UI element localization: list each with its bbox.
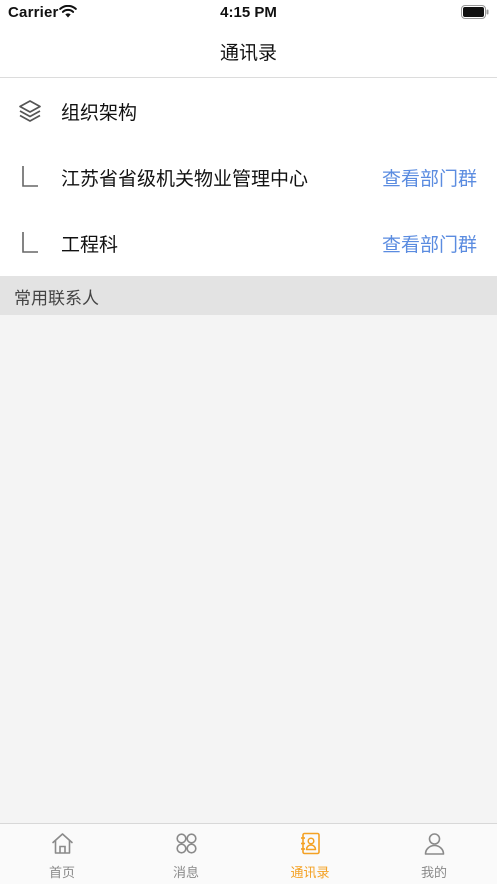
tab-contacts[interactable]: 通讯录 [248, 824, 372, 884]
frequent-contacts-header: 常用联系人 [0, 276, 497, 315]
tab-label: 消息 [172, 866, 199, 881]
message-icon [176, 833, 197, 854]
status-bar: Carrier 4:15 PM [0, 0, 497, 26]
department-row[interactable]: 工程科 查看部门群 [0, 210, 497, 276]
tab-profile[interactable]: 我的 [372, 824, 496, 884]
tab-label: 通讯录 [290, 866, 330, 881]
frequent-contacts-title: 常用联系人 [14, 289, 99, 309]
org-structure-list: 组织架构 江苏省省级机关物业管理中心 查看部门群 工程科 查看部门群 [0, 78, 497, 276]
home-icon [52, 833, 73, 854]
department-name: 工程科 [61, 234, 119, 256]
department-name: 江苏省省级机关物业管理中心 [61, 168, 309, 190]
department-row[interactable]: 江苏省省级机关物业管理中心 查看部门群 [0, 144, 497, 210]
layers-icon [19, 100, 41, 122]
page-title: 通讯录 [219, 42, 277, 64]
view-department-group-link[interactable]: 查看部门群 [382, 230, 477, 257]
contacts-icon [301, 832, 320, 855]
tree-branch-icon [22, 232, 38, 253]
navigation-bar: 通讯录 [0, 26, 497, 78]
tree-branch-icon [22, 166, 38, 187]
view-department-group-link[interactable]: 查看部门群 [382, 164, 477, 191]
tab-label: 我的 [420, 866, 447, 881]
tab-home[interactable]: 首页 [0, 824, 124, 884]
tab-bar: 首页 消息 通讯录 我的 [0, 823, 497, 884]
profile-icon [424, 833, 445, 855]
status-time: 4:15 PM [220, 4, 277, 21]
battery-icon [461, 5, 489, 19]
tab-messages[interactable]: 消息 [124, 824, 248, 884]
org-structure-header[interactable]: 组织架构 [0, 78, 497, 144]
tab-label: 首页 [48, 866, 75, 881]
org-structure-label: 组织架构 [61, 102, 138, 124]
